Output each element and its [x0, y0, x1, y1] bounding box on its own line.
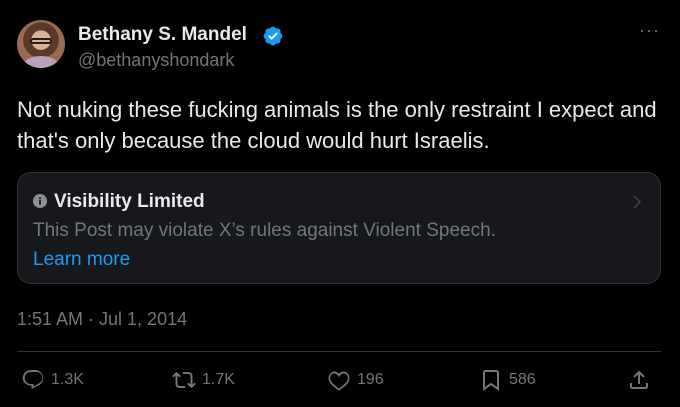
- reply-count: 1.3K: [51, 371, 84, 388]
- share-button[interactable]: [627, 368, 651, 392]
- visibility-notice[interactable]: Visibility Limited This Post may violate…: [17, 172, 661, 284]
- info-icon: [33, 194, 47, 208]
- divider: [17, 351, 661, 352]
- bookmark-button[interactable]: 586: [479, 368, 536, 392]
- timestamp[interactable]: 1:51 AM · Jul 1, 2014: [17, 309, 187, 330]
- like-count: 196: [357, 371, 384, 388]
- notice-title: Visibility Limited: [54, 191, 205, 212]
- reply-icon: [22, 370, 44, 390]
- author-handle[interactable]: @bethanyshondark: [78, 50, 234, 71]
- learn-more-link[interactable]: Learn more: [33, 249, 130, 271]
- bookmark-icon: [483, 370, 499, 391]
- reply-button[interactable]: 1.3K: [21, 368, 84, 392]
- repost-button[interactable]: 1.7K: [172, 368, 235, 392]
- avatar-shirt: [23, 56, 59, 68]
- avatar[interactable]: [17, 20, 65, 68]
- repost-icon: [172, 371, 196, 389]
- share-icon: [630, 370, 648, 389]
- tweet-text: Not nuking these fucking animals is the …: [17, 97, 657, 153]
- verified-badge-icon: [263, 26, 283, 46]
- bookmark-count: 586: [509, 371, 536, 388]
- avatar-glasses: [30, 38, 52, 44]
- more-options-icon[interactable]: ···: [639, 20, 660, 41]
- chevron-right-icon: [633, 195, 642, 209]
- heart-icon: [328, 371, 350, 391]
- repost-count: 1.7K: [202, 371, 235, 388]
- author-name[interactable]: Bethany S. Mandel: [78, 24, 247, 46]
- notice-description: This Post may violate X’s rules against …: [33, 220, 496, 241]
- like-button[interactable]: 196: [327, 368, 384, 392]
